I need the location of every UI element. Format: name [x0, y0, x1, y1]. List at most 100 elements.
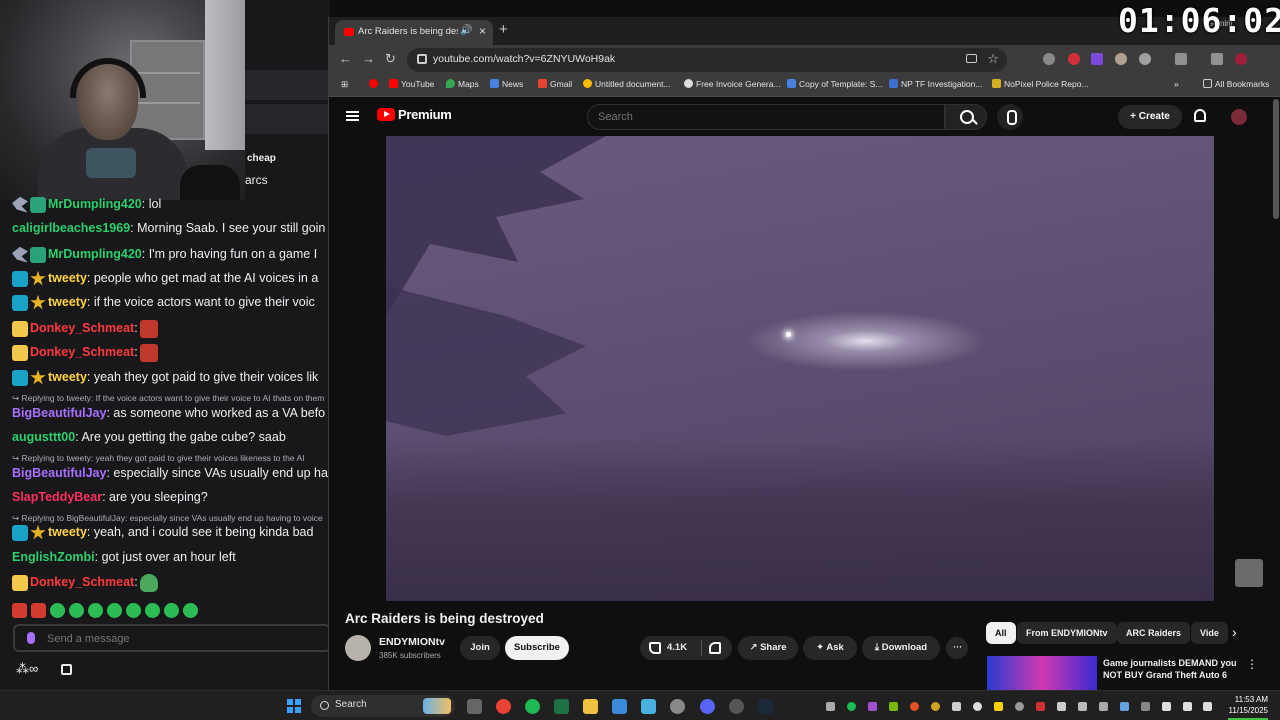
- bookmark-item[interactable]: News: [490, 79, 523, 89]
- chat-message-input[interactable]: [47, 630, 317, 648]
- reload-icon[interactable]: ↻: [385, 51, 396, 67]
- photos-icon[interactable]: [612, 699, 627, 714]
- frog-emote-icon[interactable]: [139, 573, 158, 592]
- back-icon[interactable]: ←: [339, 51, 352, 66]
- close-tab-icon[interactable]: ×: [479, 24, 486, 38]
- chat-username[interactable]: tweety: [48, 295, 87, 309]
- youtube-search-input[interactable]: [598, 109, 928, 125]
- tray-icon[interactable]: [1141, 702, 1150, 711]
- chat-username[interactable]: caligirlbeaches1969: [12, 221, 130, 235]
- tray-icon[interactable]: [1120, 702, 1129, 711]
- emote-icon[interactable]: [183, 603, 198, 619]
- duck-badge-icon[interactable]: [12, 320, 28, 337]
- tray-icon[interactable]: [973, 702, 982, 711]
- tray-icon[interactable]: [847, 702, 856, 711]
- download-button[interactable]: ⤓ Download: [862, 636, 940, 660]
- tab-youtube-video[interactable]: Arc Raiders is being destroy 🔊 ×: [335, 20, 493, 45]
- emote-bar[interactable]: [12, 602, 330, 620]
- emote-icon[interactable]: [31, 603, 46, 619]
- tray-icon[interactable]: [868, 702, 877, 711]
- bookmark-star-icon[interactable]: ☆: [987, 51, 999, 67]
- forward-icon[interactable]: →: [362, 51, 375, 66]
- video-side-thumbnail[interactable]: [1235, 559, 1263, 587]
- emote-icon[interactable]: [50, 603, 65, 619]
- subscribe-button[interactable]: Subscribe: [505, 636, 569, 660]
- bits-icon[interactable]: [27, 632, 35, 644]
- excel-icon[interactable]: [554, 699, 569, 714]
- taskbar-search[interactable]: Search: [311, 695, 455, 717]
- taskbar-clock[interactable]: 11:53 AM 11/15/2025: [1220, 694, 1268, 716]
- video-player[interactable]: [386, 136, 1214, 601]
- bookmark-item[interactable]: Untitled document...: [583, 79, 671, 89]
- star-badge-icon[interactable]: [30, 524, 46, 540]
- tier-badge-icon[interactable]: [12, 369, 28, 386]
- recommended-title[interactable]: Game journalists DEMAND you NOT BUY Gran…: [1103, 657, 1253, 681]
- create-button[interactable]: + Create: [1118, 105, 1182, 129]
- star-badge-icon[interactable]: [30, 294, 46, 310]
- spotify-icon[interactable]: [525, 699, 540, 714]
- notifications-bell-icon[interactable]: [1194, 109, 1206, 122]
- chip-from-channel[interactable]: From ENDYMIONtv: [1017, 622, 1117, 644]
- chat-username[interactable]: Donkey_Schmeat: [30, 345, 134, 359]
- notepad-icon[interactable]: [641, 699, 656, 714]
- bird-badge-icon[interactable]: [12, 196, 28, 213]
- url-bar[interactable]: youtube.com/watch?v=6ZNYUWoH9ak ☆: [407, 48, 1007, 72]
- share-button[interactable]: ↗ Share: [738, 636, 798, 660]
- bookmark-item[interactable]: YouTube: [389, 79, 434, 89]
- extension-icon[interactable]: [1068, 53, 1080, 65]
- extension-icon[interactable]: [1043, 53, 1055, 65]
- duck-badge-icon[interactable]: [12, 574, 28, 591]
- chat-username[interactable]: MrDumpling420: [48, 247, 142, 261]
- apps-icon[interactable]: ⊞: [341, 79, 348, 90]
- bookmark-item[interactable]: Copy of Template: S...: [787, 79, 882, 89]
- microphone-icon[interactable]: [997, 104, 1023, 130]
- bird-badge-icon[interactable]: [12, 246, 28, 263]
- tray-icon[interactable]: [931, 702, 940, 711]
- chat-username[interactable]: BigBeautifulJay: [12, 406, 106, 420]
- red-emote-icon[interactable]: [139, 343, 158, 362]
- chat-username[interactable]: tweety: [48, 271, 87, 285]
- ask-button[interactable]: ✦ Ask: [803, 636, 857, 660]
- chat-username[interactable]: augusttt00: [12, 430, 75, 444]
- obs-icon[interactable]: [729, 699, 744, 714]
- thumbs-down-icon[interactable]: [709, 642, 721, 654]
- tier-badge-icon[interactable]: [12, 270, 28, 287]
- extension-icon[interactable]: [1139, 53, 1151, 65]
- channel-points-button[interactable]: ⁂∞: [16, 661, 38, 677]
- all-bookmarks-button[interactable]: All Bookmarks: [1203, 79, 1269, 89]
- profile-icon[interactable]: [1235, 53, 1247, 65]
- star-badge-icon[interactable]: [30, 270, 46, 286]
- bookmark-item[interactable]: NoPixel Police Repo...: [992, 79, 1089, 89]
- chevron-right-icon[interactable]: ›: [1232, 624, 1237, 640]
- like-count[interactable]: 4.1K: [667, 636, 687, 660]
- chrome-icon[interactable]: [496, 699, 511, 714]
- tray-icon[interactable]: [994, 702, 1003, 711]
- tray-icon[interactable]: [826, 702, 835, 711]
- account-avatar[interactable]: [1231, 109, 1247, 125]
- star-badge-icon[interactable]: [30, 369, 46, 385]
- youtube-logo-icon[interactable]: [377, 108, 395, 121]
- hamburger-menu-icon[interactable]: [346, 111, 359, 121]
- kebab-menu-icon[interactable]: ⋮: [1246, 657, 1258, 671]
- mod-badge-icon[interactable]: [30, 246, 46, 263]
- bookmark-item[interactable]: Free Invoice Genera...: [684, 79, 781, 89]
- emote-icon[interactable]: [88, 603, 103, 619]
- battery-icon[interactable]: [1203, 702, 1212, 711]
- chat-input-box[interactable]: [13, 624, 330, 652]
- wifi-icon[interactable]: [1162, 702, 1171, 711]
- install-app-icon[interactable]: [966, 54, 977, 63]
- chat-username[interactable]: SlapTeddyBear: [12, 490, 102, 504]
- bookmark-youtube-music[interactable]: [369, 79, 381, 89]
- chat-username[interactable]: tweety: [48, 370, 87, 384]
- extensions-puzzle-icon[interactable]: [1175, 53, 1187, 65]
- volume-icon[interactable]: [1183, 702, 1192, 711]
- channel-name[interactable]: ENDYMIONtv: [379, 636, 445, 648]
- chat-username[interactable]: tweety: [48, 525, 87, 539]
- emote-icon[interactable]: [107, 603, 122, 619]
- bookmarks-overflow-button[interactable]: »: [1174, 79, 1179, 89]
- task-view-icon[interactable]: [467, 699, 482, 714]
- tray-icon[interactable]: [1078, 702, 1087, 711]
- youtube-premium-brand[interactable]: Premium: [398, 107, 452, 122]
- url-text[interactable]: youtube.com/watch?v=6ZNYUWoH9ak: [433, 53, 615, 65]
- bookmark-item[interactable]: NP TF Investigation...: [889, 79, 982, 89]
